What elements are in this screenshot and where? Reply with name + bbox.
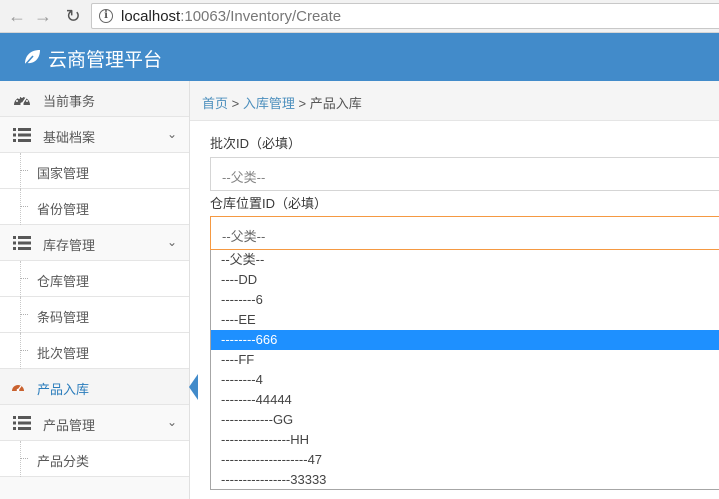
chevron-down-icon: ⌄ [166, 127, 177, 141]
tree-dash [20, 458, 28, 459]
reload-icon[interactable]: ↻ [62, 5, 84, 27]
dropdown-option[interactable]: ----DD [211, 270, 719, 290]
sidebar-item-product-inbound[interactable]: 产品入库 [0, 369, 198, 405]
breadcrumb-current: 产品入库 [309, 96, 362, 111]
back-arrow-icon[interactable]: ← [6, 5, 28, 27]
app-header: 云商管理平台 [0, 33, 719, 81]
sidebar-item-province[interactable]: 省份管理 [0, 189, 189, 225]
url-host: localhost [121, 8, 181, 25]
sidebar-group-stock[interactable]: 库存管理 ⌄ [0, 225, 189, 261]
dropdown-option[interactable]: --------6 [211, 290, 719, 310]
batch-id-select[interactable]: --父类-- [210, 157, 719, 191]
tree-dash [20, 278, 28, 279]
info-icon[interactable]: i [99, 9, 113, 23]
sidebar-item-batch[interactable]: 批次管理 [0, 333, 189, 369]
breadcrumb-separator: > [228, 96, 243, 111]
url-text: localhost:10063/Inventory/Create [121, 8, 341, 25]
dropdown-option[interactable]: ----EE [211, 310, 719, 330]
dropdown-option[interactable]: --------666 [211, 330, 719, 350]
tree-dash [20, 206, 28, 207]
active-indicator [189, 374, 198, 400]
sidebar-item-label: 产品入库 [37, 382, 90, 397]
tree-dash [20, 314, 28, 315]
tachometer-icon [14, 96, 30, 106]
list-icon [13, 128, 31, 142]
list-icon [13, 236, 31, 250]
dropdown-option[interactable]: ----------------33333 [211, 470, 719, 490]
chevron-down-icon: ⌄ [166, 415, 177, 429]
chevron-down-icon: ⌄ [166, 235, 177, 249]
sidebar: 当前事务 基础档案 ⌄ 国家管理 省份管理 库存管理 ⌄ 仓库管理 条码管理 批… [0, 81, 198, 499]
dropdown-option[interactable]: ----------------HH [211, 430, 719, 450]
leaf-icon [23, 50, 40, 67]
dropdown-option[interactable]: ----FF [211, 350, 719, 370]
browser-toolbar: ← → ↻ i localhost:10063/Inventory/Create [0, 0, 719, 33]
dropdown-option[interactable]: --------------------47 [211, 450, 719, 470]
breadcrumb-separator: > [294, 96, 310, 111]
tree-line [20, 189, 21, 225]
dropdown-option[interactable]: --父类-- [211, 250, 719, 270]
address-bar[interactable]: i localhost:10063/Inventory/Create [91, 3, 719, 29]
sidebar-group-label: 产品管理 [43, 418, 96, 433]
sidebar-item-label: 当前事务 [43, 94, 96, 109]
sidebar-item-label: 产品分类 [37, 454, 90, 469]
sidebar-item-label: 国家管理 [37, 166, 90, 181]
breadcrumb-home-link[interactable]: 首页 [202, 96, 228, 111]
dropdown-option[interactable]: --------44444 [211, 390, 719, 410]
sidebar-item-country[interactable]: 国家管理 [0, 153, 189, 189]
tree-line [20, 441, 21, 477]
sidebar-item-product-category[interactable]: 产品分类 [0, 441, 189, 477]
batch-id-label: 批次ID（必填） [210, 136, 302, 151]
app-title: 云商管理平台 [48, 50, 163, 71]
url-path: :10063/Inventory/Create [180, 8, 342, 25]
list-icon [13, 416, 31, 430]
tree-line [20, 153, 21, 189]
breadcrumb-section-link[interactable]: 入库管理 [243, 96, 295, 111]
forward-arrow-icon[interactable]: → [32, 5, 54, 27]
tree-line [20, 297, 21, 333]
dropdown-option[interactable]: --------4 [211, 370, 719, 390]
location-options-dropdown: --父类-- ----DD --------6 ----EE --------666 --… [210, 250, 719, 490]
sidebar-item-warehouse[interactable]: 仓库管理 [0, 261, 189, 297]
sidebar-group-basic-archive[interactable]: 基础档案 ⌄ [0, 117, 189, 153]
sidebar-item-label: 仓库管理 [37, 274, 90, 289]
tree-dash [20, 170, 28, 171]
location-id-select[interactable]: --父类-- [210, 216, 719, 250]
tachometer-icon [12, 385, 24, 392]
sidebar-group-label: 基础档案 [43, 130, 96, 145]
breadcrumb: 首页 > 入库管理 > 产品入库 [190, 81, 719, 121]
sidebar-item-label: 省份管理 [37, 202, 90, 217]
sidebar-group-product[interactable]: 产品管理 ⌄ [0, 405, 189, 441]
tree-dash [20, 350, 28, 351]
location-id-label: 仓库位置ID（必填） [210, 196, 328, 211]
tree-line [20, 261, 21, 297]
sidebar-item-label: 批次管理 [37, 346, 90, 361]
sidebar-item-barcode[interactable]: 条码管理 [0, 297, 189, 333]
tree-line [20, 333, 21, 369]
sidebar-item-current-affairs[interactable]: 当前事务 [0, 81, 189, 117]
sidebar-group-label: 库存管理 [43, 238, 96, 253]
sidebar-item-label: 条码管理 [37, 310, 90, 325]
dropdown-option[interactable]: ------------GG [211, 410, 719, 430]
